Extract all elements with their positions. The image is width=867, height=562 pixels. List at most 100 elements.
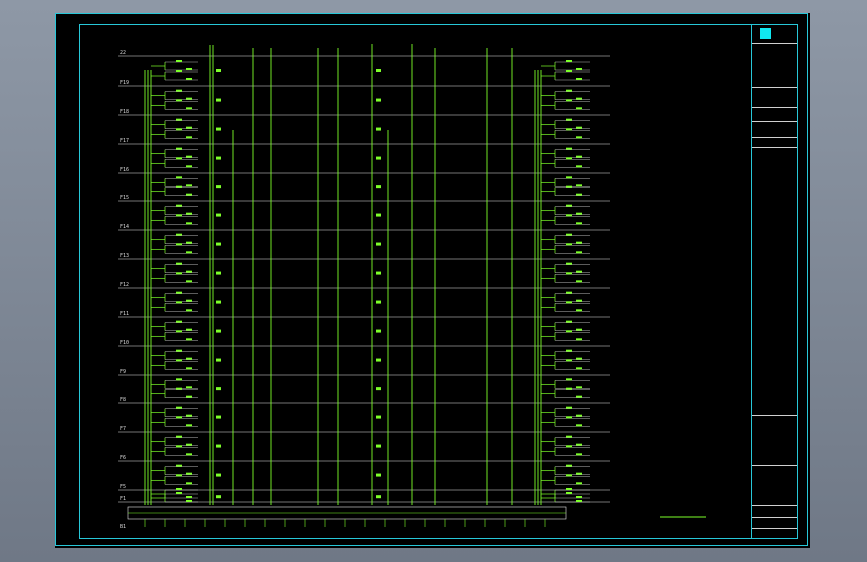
breaker-mark <box>576 193 582 196</box>
breaker-mark <box>176 416 182 419</box>
floor-label: F19 <box>120 80 129 86</box>
breaker-mark <box>176 406 182 409</box>
breaker-mark <box>176 70 182 72</box>
riser-tap-mark <box>376 387 381 391</box>
breaker-mark <box>576 280 582 283</box>
breaker-mark <box>176 359 182 362</box>
riser-tap-mark <box>376 98 381 102</box>
breaker-mark <box>566 233 572 236</box>
breaker-mark <box>186 357 192 360</box>
breaker-mark <box>186 443 192 446</box>
breaker-mark <box>566 185 572 188</box>
breaker-mark <box>186 251 192 254</box>
riser-tap-mark <box>376 444 381 448</box>
breaker-mark <box>566 320 572 323</box>
breaker-mark <box>566 359 572 362</box>
breaker-mark <box>186 482 192 485</box>
riser-tap-mark <box>216 213 221 217</box>
breaker-mark <box>186 270 192 273</box>
breaker-mark <box>176 378 182 381</box>
riser-tap-mark <box>216 127 221 131</box>
riser-tap-mark <box>216 415 221 419</box>
breaker-mark <box>176 301 182 304</box>
breaker-mark <box>186 165 192 168</box>
floor-label: F8 <box>120 397 126 403</box>
breaker-mark <box>176 118 182 121</box>
breaker-mark <box>176 349 182 352</box>
breaker-mark <box>186 472 192 475</box>
breaker-mark <box>566 60 572 62</box>
breaker-mark <box>176 89 182 92</box>
breaker-mark <box>186 496 192 498</box>
breaker-mark <box>576 367 582 370</box>
breaker-mark <box>576 126 582 129</box>
breaker-mark <box>186 212 192 215</box>
riser-diagram: 22 F19 F18 F17 F16 F15 F14 F13 F12 F11 F10 F9 F8 F7 F6… <box>118 44 706 530</box>
breaker-mark <box>576 222 582 225</box>
floor-label: B1 <box>120 524 126 530</box>
breaker-mark <box>176 233 182 236</box>
breaker-mark <box>176 387 182 390</box>
breaker-mark <box>186 280 192 283</box>
riser-tap-mark <box>216 156 221 160</box>
breaker-mark <box>566 176 572 179</box>
breaker-mark <box>566 464 572 467</box>
breaker-mark <box>176 176 182 179</box>
riser-tap-mark <box>376 329 381 333</box>
breaker-mark <box>566 70 572 72</box>
floor-label: 22 <box>120 50 126 56</box>
breaker-mark <box>176 243 182 246</box>
riser-tap-mark <box>216 495 221 499</box>
breaker-mark <box>176 330 182 333</box>
breaker-mark <box>566 349 572 352</box>
breaker-mark <box>186 500 192 502</box>
breaker-mark <box>576 136 582 139</box>
breaker-mark <box>566 330 572 333</box>
breaker-mark <box>576 328 582 331</box>
floor-label: F5 <box>120 484 126 490</box>
breaker-mark <box>566 272 572 275</box>
breaker-mark <box>176 128 182 131</box>
breaker-mark <box>176 492 182 494</box>
breaker-mark <box>176 157 182 160</box>
riser-tap-mark <box>376 242 381 246</box>
breaker-mark <box>576 338 582 341</box>
breaker-mark <box>566 214 572 217</box>
floor-label: F7 <box>120 426 126 432</box>
riser-tap-mark <box>376 495 381 499</box>
breaker-mark <box>576 97 582 100</box>
breaker-mark <box>566 435 572 438</box>
breaker-mark <box>176 262 182 265</box>
riser-tap-mark <box>216 69 221 72</box>
breaker-mark <box>176 464 182 467</box>
breaker-mark <box>176 474 182 477</box>
breaker-mark <box>576 212 582 215</box>
breaker-mark <box>176 204 182 207</box>
riser-tap-mark <box>376 415 381 419</box>
breaker-mark <box>186 97 192 100</box>
breaker-mark <box>176 272 182 275</box>
breaker-mark <box>576 414 582 417</box>
breaker-mark <box>186 107 192 110</box>
breaker-mark <box>186 414 192 417</box>
breaker-mark <box>576 496 582 498</box>
riser-tap-mark <box>376 213 381 217</box>
breaker-mark <box>566 406 572 409</box>
breaker-mark <box>176 185 182 188</box>
riser-tap-mark <box>216 300 221 304</box>
riser-tap-mark <box>216 329 221 333</box>
breaker-mark <box>576 68 582 70</box>
breaker-mark <box>566 291 572 294</box>
breaker-mark <box>176 291 182 294</box>
breaker-mark <box>566 89 572 92</box>
riser-tap-mark <box>376 156 381 160</box>
breaker-mark <box>576 270 582 273</box>
floor-lines <box>118 55 610 503</box>
breaker-mark <box>576 424 582 427</box>
riser-tap-mark <box>376 271 381 275</box>
branch-circuits <box>151 60 590 503</box>
breaker-mark <box>566 301 572 304</box>
breaker-mark <box>176 435 182 438</box>
riser-tap-mark <box>376 473 381 477</box>
breaker-mark <box>576 299 582 302</box>
